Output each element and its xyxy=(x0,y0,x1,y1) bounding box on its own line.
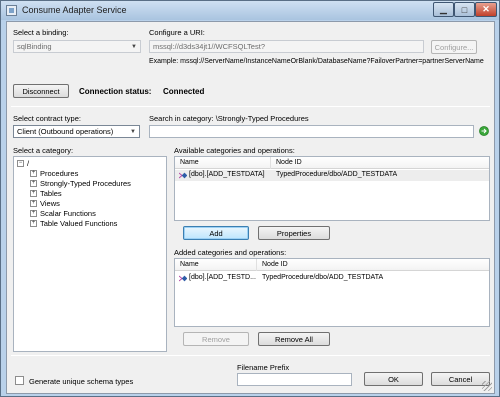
added-row-name: [dbo].[ADD_TESTD... xyxy=(189,274,256,281)
expand-icon[interactable]: + xyxy=(30,200,37,207)
expand-icon[interactable]: + xyxy=(30,210,37,217)
binding-value: sqlBinding xyxy=(17,42,52,51)
chevron-down-icon: ▼ xyxy=(130,128,136,135)
app-icon xyxy=(6,5,17,16)
title-bar[interactable]: Consume Adapter Service ▁ □ ✕ xyxy=(1,1,499,20)
chevron-down-icon: ▼ xyxy=(131,43,137,50)
available-list-header: Name Node ID xyxy=(175,157,489,169)
category-tree[interactable]: − / + Procedures + Strongly-Typed Proced… xyxy=(13,156,167,352)
filename-prefix-input[interactable] xyxy=(237,373,352,386)
uri-label: Configure a URI: xyxy=(149,28,205,37)
available-row-name: [dbo].[ADD_TESTDATA] xyxy=(189,171,265,178)
expand-icon[interactable]: + xyxy=(30,180,37,187)
search-category-label: Search in category: \Strongly-Typed Proc… xyxy=(149,114,309,123)
uri-input[interactable]: mssql://d3ds34jt1//WCFSQLTest? xyxy=(149,40,424,53)
tree-root-label: / xyxy=(27,159,30,168)
column-divider xyxy=(270,157,271,169)
contract-type-select[interactable]: Client (Outbound operations) ▼ xyxy=(13,125,140,138)
tree-item-label: Scalar Functions xyxy=(40,209,96,218)
available-list[interactable]: Name Node ID [dbo].[ADD_TESTDATA] TypedP… xyxy=(174,156,490,221)
expand-icon[interactable]: + xyxy=(30,220,37,227)
maximize-button[interactable]: □ xyxy=(454,2,475,17)
tree-item-label: Table Valued Functions xyxy=(40,219,118,228)
tree-item-label: Views xyxy=(40,199,60,208)
column-divider xyxy=(256,259,257,271)
disconnect-button[interactable]: Disconnect xyxy=(13,84,69,98)
window-title: Consume Adapter Service xyxy=(22,5,127,15)
go-arrow-icon[interactable] xyxy=(479,126,489,136)
resize-grip[interactable] xyxy=(482,381,492,391)
search-input[interactable] xyxy=(149,125,474,138)
uri-example: Example: mssql://ServerName/InstanceName… xyxy=(149,58,484,65)
consume-adapter-service-window: Consume Adapter Service ▁ □ ✕ Select a b… xyxy=(0,0,500,397)
available-row-node: TypedProcedure/dbo/ADD_TESTDATA xyxy=(276,171,398,178)
separator-bottom xyxy=(11,355,490,356)
binding-label: Select a binding: xyxy=(13,28,69,37)
added-row-node: TypedProcedure/dbo/ADD_TESTDATA xyxy=(262,274,384,281)
column-node-id[interactable]: Node ID xyxy=(262,261,288,268)
minimize-button[interactable]: ▁ xyxy=(433,2,454,17)
added-list-header: Name Node ID xyxy=(175,259,489,271)
collapse-icon[interactable]: − xyxy=(17,160,24,167)
close-button[interactable]: ✕ xyxy=(475,2,497,17)
added-row[interactable]: [dbo].[ADD_TESTD... TypedProcedure/dbo/A… xyxy=(175,273,489,284)
separator-top xyxy=(11,106,490,107)
configure-button[interactable]: Configure... xyxy=(431,40,477,54)
remove-all-button[interactable]: Remove All xyxy=(258,332,330,346)
select-category-label: Select a category: xyxy=(13,146,74,155)
column-node-id[interactable]: Node ID xyxy=(276,159,302,166)
contract-type-label: Select contract type: xyxy=(13,114,81,123)
contract-type-value: Client (Outbound operations) xyxy=(17,127,114,136)
stored-procedure-icon xyxy=(179,172,187,179)
tree-item-label: Procedures xyxy=(40,169,79,178)
filename-prefix-label: Filename Prefix xyxy=(237,363,290,372)
column-name[interactable]: Name xyxy=(180,261,199,268)
tree-item-label: Tables xyxy=(40,189,62,198)
added-list[interactable]: Name Node ID [dbo].[ADD_TESTD... TypedPr… xyxy=(174,258,490,327)
column-name[interactable]: Name xyxy=(180,159,199,166)
available-row[interactable]: [dbo].[ADD_TESTDATA] TypedProcedure/dbo/… xyxy=(175,170,489,181)
properties-button[interactable]: Properties xyxy=(258,226,330,240)
stored-procedure-icon xyxy=(179,275,187,282)
unique-schema-checkbox[interactable] xyxy=(15,376,24,385)
expand-icon[interactable]: + xyxy=(30,190,37,197)
connection-status-value: Connected xyxy=(163,87,205,96)
dialog-body: Select a binding: sqlBinding ▼ Configure… xyxy=(6,21,495,394)
available-label: Available categories and operations: xyxy=(174,146,295,155)
expand-icon[interactable]: + xyxy=(30,170,37,177)
binding-select[interactable]: sqlBinding ▼ xyxy=(13,40,141,53)
added-label: Added categories and operations: xyxy=(174,248,287,257)
unique-schema-label: Generate unique schema types xyxy=(29,377,134,386)
ok-button[interactable]: OK xyxy=(364,372,423,386)
tree-item-label: Strongly-Typed Procedures xyxy=(40,179,131,188)
remove-button[interactable]: Remove xyxy=(183,332,249,346)
add-button[interactable]: Add xyxy=(183,226,249,240)
connection-status-label: Connection status: xyxy=(79,87,152,96)
